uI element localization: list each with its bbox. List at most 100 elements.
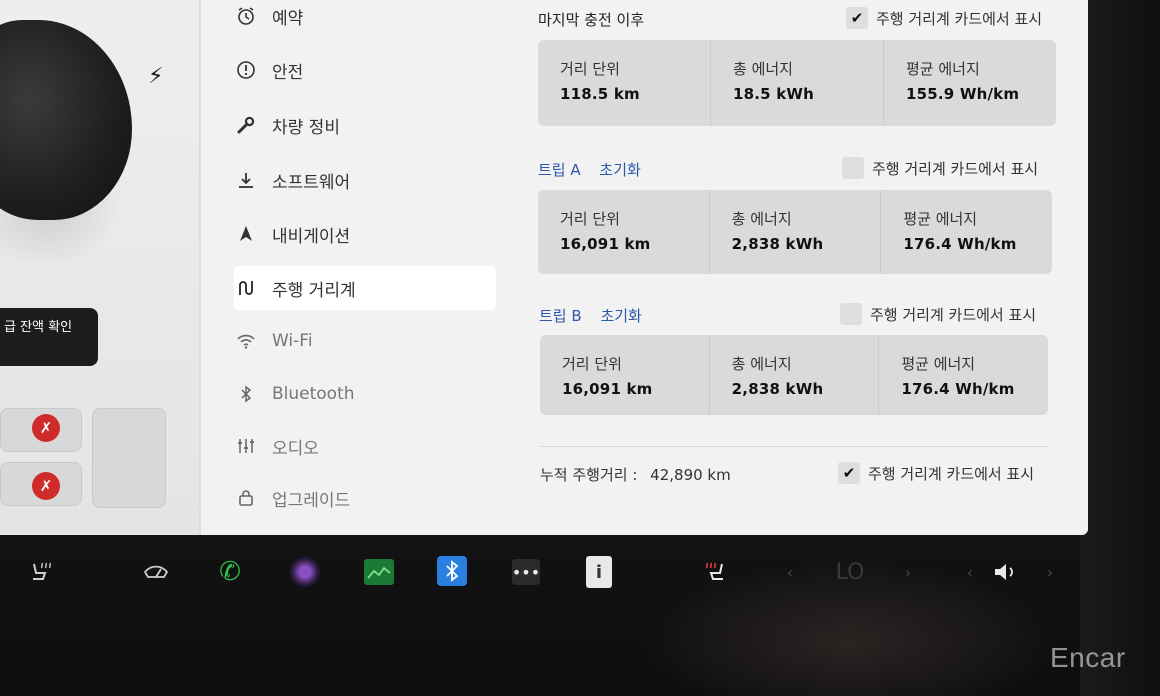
watermark: Encar [1050, 642, 1126, 673]
checkbox[interactable] [842, 157, 864, 179]
navigation-arrow-icon [234, 222, 258, 246]
manual-info-icon[interactable]: i [586, 556, 612, 588]
stat-value: 16,091 km [562, 380, 653, 398]
equalizer-icon [234, 434, 258, 458]
wrench-icon [234, 113, 258, 137]
charging-bolt-icon: ⚡︎ [148, 64, 164, 89]
more-icon[interactable]: ••• [512, 559, 540, 585]
stat-avg-energy: 평균 에너지 155.9 Wh/km [883, 40, 1056, 126]
camera-icon[interactable] [290, 557, 320, 587]
menu-item-label: 오디오 [272, 438, 319, 459]
menu-item-software[interactable]: 소프트웨어 [234, 158, 494, 202]
lock-bag-icon [234, 486, 258, 510]
stat-value: 16,091 km [560, 235, 651, 253]
phone-icon[interactable]: ✆ [214, 556, 246, 588]
volume-chevron-right-icon[interactable]: › [1034, 556, 1066, 588]
seatbelt-warning-icon: ✗ [32, 414, 60, 442]
chevron-left-icon[interactable]: ‹ [774, 556, 806, 588]
trip-a-toggle[interactable]: 주행 거리계 카드에서 표시 [842, 157, 1038, 179]
wiper-icon[interactable] [140, 556, 172, 588]
menu-item-wifi[interactable]: Wi-Fi [234, 319, 494, 363]
odometer-label: 누적 주행거리 : [540, 466, 638, 484]
divider [540, 446, 1048, 447]
charge-tooltip[interactable]: 급 잔액 확인 [0, 308, 98, 366]
volume-chevron-left-icon[interactable]: ‹ [954, 556, 986, 588]
checkbox[interactable]: ✔ [838, 462, 860, 484]
alarm-clock-icon [234, 4, 258, 28]
since-last-charge-title: 마지막 충전 이후 [538, 11, 645, 29]
seat-heater-icon[interactable] [24, 556, 56, 588]
volume-icon[interactable] [990, 556, 1022, 588]
stat-label: 거리 단위 [562, 355, 622, 373]
stat-label: 총 에너지 [733, 60, 793, 78]
menu-item-label: 업그레이드 [272, 490, 351, 511]
touchscreen: ⚡︎ 급 잔액 확인 ✗ ✗ 예약 안전 차량 정비 소프트웨어 내비게이션 주… [0, 0, 1088, 535]
alert-circle-icon [234, 58, 258, 82]
menu-item-label: 소프트웨어 [272, 172, 351, 193]
charge-tooltip-text: 급 잔액 확인 [4, 320, 73, 335]
energy-graph-icon[interactable] [364, 559, 394, 585]
menu-item-schedule[interactable]: 예약 [234, 0, 494, 38]
menu-item-label: 안전 [272, 62, 304, 83]
wifi-icon [234, 329, 258, 353]
stat-value: 118.5 km [560, 85, 640, 103]
temperature-display[interactable]: LO [830, 556, 870, 588]
download-icon [234, 168, 258, 192]
trip-b-title: 트립 B [539, 307, 582, 325]
seat-heater-passenger-icon[interactable] [700, 556, 732, 588]
checkbox[interactable]: ✔ [846, 7, 868, 29]
menu-item-label: 예약 [272, 8, 304, 29]
stat-distance: 거리 단위 16,091 km [538, 190, 709, 274]
trip-b-header: 트립 B 초기화 [539, 305, 656, 326]
bluetooth-icon[interactable] [437, 556, 467, 586]
stat-label: 총 에너지 [731, 210, 792, 228]
bluetooth-icon [234, 382, 258, 406]
stat-value: 2,838 kWh [731, 380, 824, 398]
toggle-label: 주행 거리계 카드에서 표시 [870, 305, 1037, 324]
chevron-right-icon[interactable]: › [892, 556, 924, 588]
trips-content: 마지막 충전 이후 ✔ 주행 거리계 카드에서 표시 거리 단위 118.5 k… [530, 0, 1070, 535]
trip-a-reset-button[interactable]: 초기화 [599, 161, 640, 179]
stat-energy: 총 에너지 2,838 kWh [708, 190, 881, 274]
car-panel: ⚡︎ 급 잔액 확인 ✗ ✗ [0, 0, 200, 535]
stat-label: 평균 에너지 [901, 355, 976, 373]
toggle-label: 주행 거리계 카드에서 표시 [876, 9, 1043, 28]
trip-a-header: 트립 A 초기화 [538, 159, 655, 180]
odometer-toggle[interactable]: ✔ 주행 거리계 카드에서 표시 [838, 462, 1034, 484]
stat-value: 176.4 Wh/km [903, 235, 1017, 253]
seatbelt-warning-icon: ✗ [32, 472, 60, 500]
checkbox[interactable] [840, 303, 862, 325]
taskbar: ✆ ••• i ‹ LO › ‹ › [0, 540, 1088, 604]
menu-item-label: Bluetooth [272, 384, 355, 404]
trip-b-card: 거리 단위 16,091 km 총 에너지 2,838 kWh 평균 에너지 1… [540, 335, 1048, 415]
stat-label: 평균 에너지 [906, 60, 980, 78]
menu-item-label: 내비게이션 [272, 226, 351, 247]
stat-distance: 거리 단위 16,091 km [540, 335, 709, 415]
menu-item-label: 차량 정비 [272, 117, 340, 138]
menu-item-bluetooth[interactable]: Bluetooth [234, 372, 494, 416]
stat-value: 18.5 kWh [733, 85, 815, 103]
settings-menu: 예약 안전 차량 정비 소프트웨어 내비게이션 주행 거리계 Wi-Fi Blu… [210, 0, 500, 535]
stat-value: 2,838 kWh [731, 235, 824, 253]
menu-item-label: Wi-Fi [272, 331, 313, 351]
menu-item-service[interactable]: 차량 정비 [234, 103, 494, 147]
seat-map: ✗ ✗ [0, 400, 170, 510]
toggle-label: 주행 거리계 카드에서 표시 [872, 159, 1039, 178]
since-last-charge-toggle[interactable]: ✔ 주행 거리계 카드에서 표시 [846, 7, 1042, 29]
stat-label: 총 에너지 [731, 355, 792, 373]
menu-item-navigation[interactable]: 내비게이션 [234, 212, 494, 256]
trip-b-reset-button[interactable]: 초기화 [600, 307, 641, 325]
menu-item-safety[interactable]: 안전 [234, 48, 494, 92]
stat-avg-energy: 평균 에너지 176.4 Wh/km [880, 190, 1052, 274]
stat-avg-energy: 평균 에너지 176.4 Wh/km [878, 335, 1048, 415]
menu-item-upgrades[interactable]: 업그레이드 [234, 476, 494, 520]
check-icon: ✔ [850, 9, 864, 27]
odometer: 누적 주행거리 : 42,890 km [540, 464, 731, 485]
trip-b-toggle[interactable]: 주행 거리계 카드에서 표시 [840, 303, 1036, 325]
stat-value: 176.4 Wh/km [901, 380, 1015, 398]
menu-item-trips[interactable]: 주행 거리계 [234, 266, 496, 310]
stat-energy: 총 에너지 2,838 kWh [708, 335, 879, 415]
rear-seat-block [92, 408, 166, 508]
menu-item-audio[interactable]: 오디오 [234, 424, 494, 468]
check-icon: ✔ [842, 464, 856, 482]
